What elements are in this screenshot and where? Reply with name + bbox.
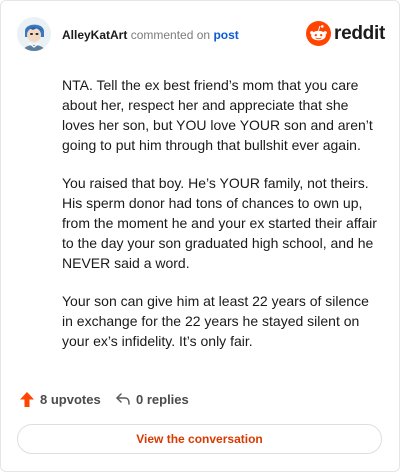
- comment-embed-card: AlleyKatArt commented on post reddit NTA…: [0, 0, 400, 472]
- comment-paragraph: Your son can give him at least 22 years …: [62, 293, 369, 349]
- reddit-logo-icon: [306, 21, 332, 46]
- comment-paragraph: You raised that boy. He’s YOUR family, n…: [62, 175, 377, 271]
- post-link[interactable]: post: [213, 28, 238, 42]
- comment-header: AlleyKatArt commented on post reddit: [17, 17, 387, 53]
- comment-paragraph: NTA. Tell the ex best friend’s mom that …: [62, 77, 373, 153]
- comment-actions: 8 upvotes 0 replies: [17, 391, 387, 411]
- upvote-count: 8 upvotes: [40, 392, 101, 407]
- author-name[interactable]: AlleyKatArt: [62, 28, 127, 42]
- user-avatar[interactable]: [17, 17, 51, 51]
- comment-meta: AlleyKatArt commented on post: [62, 28, 239, 42]
- avatar-icon: [17, 17, 51, 51]
- upvote-button[interactable]: 8 upvotes: [19, 391, 101, 408]
- reply-count: 0 replies: [136, 391, 189, 407]
- replies-button[interactable]: 0 replies: [115, 391, 189, 407]
- reddit-brand[interactable]: reddit: [306, 21, 385, 46]
- commented-on-text: commented on: [130, 28, 211, 42]
- view-conversation-button[interactable]: View the conversation: [17, 424, 382, 454]
- reply-arrow-icon: [116, 393, 130, 405]
- arrow-up-icon: [20, 392, 34, 407]
- reddit-wordmark: reddit: [334, 22, 385, 44]
- comment-body: NTA. Tell the ex best friend’s mom that …: [62, 75, 382, 369]
